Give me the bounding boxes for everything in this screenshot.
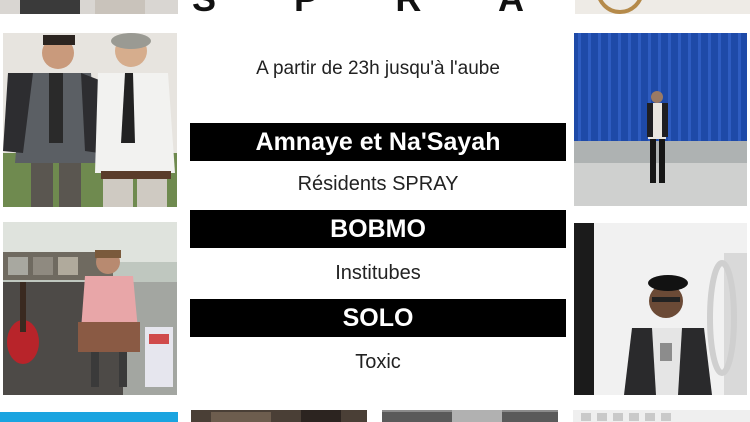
top-left-photo	[0, 0, 178, 14]
artist-label-3: Toxic	[355, 351, 401, 373]
artist-label-1: Résidents SPRAY	[297, 173, 459, 195]
bottom-middle-photo-1	[191, 410, 367, 422]
photo-blue-wall	[574, 33, 747, 206]
bottom-right-photo	[573, 410, 750, 422]
bottom-left-photo	[0, 410, 178, 422]
photo-portrait	[574, 223, 747, 395]
top-title-banner: S P R A Y	[180, 0, 570, 14]
bottom-middle-photo-2	[382, 410, 558, 422]
artist-band-1: Amnaye et Na'Sayah	[190, 123, 566, 161]
top-title-text: S P R A Y	[180, 0, 570, 14]
artist-band-2: BOBMO	[190, 210, 566, 248]
photo-studio	[3, 222, 177, 395]
top-right-photo	[575, 0, 750, 14]
photo-two-men	[3, 33, 177, 207]
artist-band-3: SOLO	[190, 299, 566, 337]
artist-label-2: Institubes	[335, 262, 421, 284]
event-time-text: A partir de 23h jusqu'à l'aube	[256, 58, 500, 79]
event-info-panel: A partir de 23h jusqu'à l'aube Amnaye et…	[190, 33, 566, 403]
